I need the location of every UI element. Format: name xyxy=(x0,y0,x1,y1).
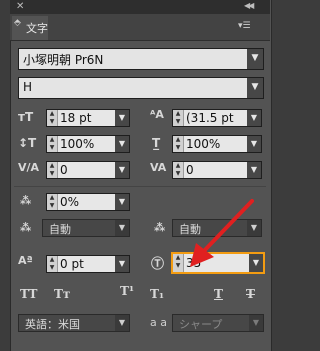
leading-value: (31.5 pt xyxy=(186,111,234,125)
font-style-value: H xyxy=(23,80,33,94)
aki-left-icon: ⁂ xyxy=(20,221,32,234)
language-value: 英語：米国 xyxy=(25,318,80,331)
char-rotation-icon: Ⓣ xyxy=(151,257,165,272)
chevron-down-icon[interactable]: ▼ xyxy=(247,49,263,69)
chevron-down-icon[interactable]: ▼ xyxy=(115,220,129,236)
antialias-dropdown[interactable]: シャープ ▼ xyxy=(172,314,264,332)
aki-left-value: 自動 xyxy=(49,223,71,236)
kerning-value: 0 xyxy=(60,163,68,177)
underline-button[interactable]: T xyxy=(214,287,223,301)
font-size-value: 18 pt xyxy=(60,111,92,125)
font-style-dropdown[interactable]: H ▼ xyxy=(18,77,264,99)
panel-titlebar xyxy=(10,0,270,14)
baseline-shift-field[interactable]: ▲ ▼ 0 pt ▼ xyxy=(46,255,130,273)
aki-left-dropdown[interactable]: 自動 ▼ xyxy=(42,219,130,237)
arrow-shaft xyxy=(200,199,254,255)
tracking-field[interactable]: ▲ ▼ 0 ▼ xyxy=(172,161,262,179)
strikethrough-button[interactable]: T xyxy=(246,287,255,301)
tsume-value: 0% xyxy=(60,195,80,209)
spinner-icon[interactable]: ▲ ▼ xyxy=(47,162,58,178)
spinner-icon[interactable]: ▲ ▼ xyxy=(47,256,58,272)
chevron-down-icon[interactable]: ▼ xyxy=(115,162,129,178)
spinner-icon[interactable]: ▲ ▼ xyxy=(47,136,58,152)
kerning-icon: V/A xyxy=(18,161,40,174)
chevron-down-icon[interactable]: ▼ xyxy=(247,110,261,126)
leading-field[interactable]: ▲ ▼ (31.5 pt ▼ xyxy=(172,109,262,127)
font-size-field[interactable]: ▲ ▼ 18 pt ▼ xyxy=(46,109,130,127)
spinner-icon[interactable]: ▲ ▼ xyxy=(173,136,184,152)
baseline-shift-value: 0 pt xyxy=(60,257,84,271)
chevron-down-icon[interactable]: ▼ xyxy=(115,110,129,126)
antialias-icon: a a xyxy=(150,316,167,329)
close-icon[interactable]: ✕ xyxy=(16,1,24,12)
horizontal-scale-value: 100% xyxy=(186,137,221,151)
font-size-icon: ᴛT xyxy=(18,110,34,124)
chevron-down-icon[interactable]: ▼ xyxy=(247,78,263,98)
spinner-icon[interactable]: ▲ ▼ xyxy=(173,162,184,178)
tracking-icon: VA xyxy=(150,161,167,174)
tab-bar xyxy=(10,14,270,41)
horizontal-scale-icon: T̲ xyxy=(152,136,161,150)
kerning-field[interactable]: ▲ ▼ 0 ▼ xyxy=(46,161,130,179)
spinner-icon[interactable]: ▲ ▼ xyxy=(47,110,58,126)
aki-right-icon: ⁂ xyxy=(154,221,166,234)
antialias-value: シャープ xyxy=(179,318,223,331)
spinner-icon[interactable]: ▲ ▼ xyxy=(47,194,58,210)
tsume-icon: ⁂ xyxy=(20,194,32,207)
red-arrow-annotation xyxy=(190,199,254,267)
tab-label: 文字 xyxy=(26,22,48,35)
chevron-down-icon[interactable]: ▼ xyxy=(115,194,129,210)
superscript-button[interactable]: T¹ xyxy=(120,284,134,298)
vertical-scale-icon: ↕T xyxy=(18,136,37,150)
font-family-value: 小塚明朝 Pr6N xyxy=(23,53,104,67)
panel-menu-icon[interactable]: ▾☰ xyxy=(238,21,251,31)
tsume-field[interactable]: ▲ ▼ 0% ▼ xyxy=(46,193,130,211)
spinner-icon[interactable]: ▲ ▼ xyxy=(173,110,184,126)
language-dropdown[interactable]: 英語：米国 ▼ xyxy=(18,314,130,332)
tab-expand-icon[interactable]: ⬘ xyxy=(14,19,21,28)
tracking-value: 0 xyxy=(186,163,194,177)
chevron-down-icon[interactable]: ▼ xyxy=(115,315,129,331)
all-caps-button[interactable]: TT xyxy=(20,287,37,301)
chevron-down-icon[interactable]: ▼ xyxy=(115,256,129,272)
chevron-down-icon[interactable]: ▼ xyxy=(247,136,261,152)
vertical-scale-value: 100% xyxy=(60,137,95,151)
subscript-button[interactable]: T₁ xyxy=(150,287,164,301)
vertical-scale-field[interactable]: ▲ ▼ 100% ▼ xyxy=(46,135,130,153)
chevron-down-icon[interactable]: ▼ xyxy=(247,162,261,178)
leading-icon: ᴬA xyxy=(150,108,164,121)
chevron-down-icon[interactable]: ▼ xyxy=(249,315,263,331)
small-caps-button[interactable]: Tᴛ xyxy=(54,287,70,301)
font-family-dropdown[interactable]: 小塚明朝 Pr6N ▼ xyxy=(18,48,264,70)
horizontal-scale-field[interactable]: ▲ ▼ 100% ▼ xyxy=(172,135,262,153)
baseline-shift-icon: Aª xyxy=(18,254,33,267)
divider xyxy=(14,186,266,187)
collapse-icon[interactable]: ◀◀ xyxy=(244,1,254,10)
chevron-down-icon[interactable]: ▼ xyxy=(115,136,129,152)
